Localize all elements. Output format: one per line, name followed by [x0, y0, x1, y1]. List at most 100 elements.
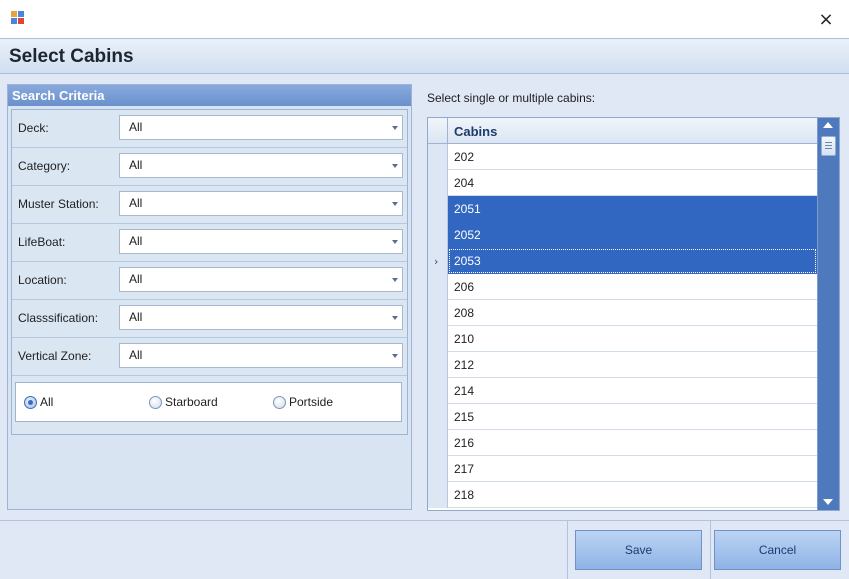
category-label: Category: — [18, 159, 71, 173]
cabins-grid[interactable]: Cabins 202 204 2051 2052 › 2053 206 208 210 212 21… — [427, 117, 840, 511]
table-row[interactable]: › 2053 — [428, 248, 817, 274]
cabin-cell[interactable]: 216 — [448, 430, 817, 456]
dialog-header: Select Cabins — [0, 38, 849, 74]
radio-starboard-label: Starboard — [165, 395, 218, 409]
row-indicator[interactable] — [428, 456, 448, 482]
vertical-scrollbar[interactable] — [817, 118, 839, 510]
cabins-instruction: Select single or multiple cabins: — [427, 91, 596, 105]
cabin-cell[interactable]: 2052 — [448, 222, 817, 248]
row-indicator[interactable] — [428, 404, 448, 430]
row-indicator[interactable]: › — [428, 248, 448, 274]
row-indicator[interactable] — [428, 326, 448, 352]
category-dropdown[interactable]: All — [119, 153, 403, 178]
table-row[interactable]: 204 — [428, 170, 817, 196]
dialog-footer: Save Cancel — [0, 520, 849, 579]
column-header-cabins[interactable]: Cabins — [454, 124, 497, 139]
lifeboat-row: LifeBoat: All — [12, 224, 407, 262]
cabin-cell[interactable]: 210 — [448, 326, 817, 352]
location-dropdown[interactable]: All — [119, 267, 403, 292]
vertical-zone-row: Vertical Zone: All — [12, 338, 407, 376]
row-indicator[interactable] — [428, 196, 448, 222]
row-indicator[interactable] — [428, 482, 448, 508]
criteria-group: Deck: All Category: All Muster Station: … — [11, 109, 408, 435]
deck-dropdown[interactable]: All — [119, 115, 403, 140]
row-indicator[interactable] — [428, 352, 448, 378]
radio-checked-icon — [24, 396, 37, 409]
row-indicator[interactable] — [428, 170, 448, 196]
table-row[interactable]: 208 — [428, 300, 817, 326]
cabin-cell[interactable]: 204 — [448, 170, 817, 196]
radio-unchecked-icon — [149, 396, 162, 409]
deck-row: Deck: All — [12, 110, 407, 148]
row-indicator[interactable] — [428, 300, 448, 326]
muster-station-dropdown[interactable]: All — [119, 191, 403, 216]
cabin-cell[interactable]: 202 — [448, 144, 817, 170]
row-indicator[interactable] — [428, 222, 448, 248]
scroll-down-icon[interactable] — [823, 499, 833, 505]
cabin-rows: 202 204 2051 2052 › 2053 206 208 210 212 214 215 216… — [428, 144, 817, 508]
table-row[interactable]: 210 — [428, 326, 817, 352]
radio-unchecked-icon — [273, 396, 286, 409]
classification-dropdown[interactable]: All — [119, 305, 403, 330]
cabin-cell[interactable]: 217 — [448, 456, 817, 482]
table-row[interactable]: 215 — [428, 404, 817, 430]
table-row[interactable]: 206 — [428, 274, 817, 300]
vertical-zone-value: All — [129, 348, 143, 362]
deck-label: Deck: — [18, 121, 49, 135]
table-row[interactable]: 202 — [428, 144, 817, 170]
chevron-down-icon — [392, 354, 398, 358]
lifeboat-label: LifeBoat: — [18, 235, 66, 249]
close-icon[interactable]: × — [810, 4, 842, 34]
footer-divider — [567, 521, 568, 579]
table-row[interactable]: 217 — [428, 456, 817, 482]
chevron-down-icon — [392, 240, 398, 244]
cabin-cell[interactable]: 214 — [448, 378, 817, 404]
cabin-cell[interactable]: 2053 — [448, 248, 817, 274]
category-row: Category: All — [12, 148, 407, 186]
chevron-down-icon — [392, 164, 398, 168]
muster-station-value: All — [129, 196, 143, 210]
cabin-cell[interactable]: 206 — [448, 274, 817, 300]
cabin-cell[interactable]: 212 — [448, 352, 817, 378]
app-icon — [11, 11, 24, 24]
chevron-down-icon — [392, 278, 398, 282]
row-indicator[interactable] — [428, 274, 448, 300]
radio-all-label: All — [40, 395, 54, 409]
search-criteria-panel: Search Criteria Deck: All Category: All … — [7, 84, 412, 510]
location-row: Location: All — [12, 262, 407, 300]
cabins-panel: Select single or multiple cabins: Cabins… — [420, 74, 842, 520]
row-indicator-header — [428, 118, 448, 144]
table-row[interactable]: 2051 — [428, 196, 817, 222]
row-indicator[interactable] — [428, 144, 448, 170]
radio-portside-label: Portside — [289, 395, 334, 409]
row-indicator[interactable] — [428, 378, 448, 404]
classification-label: Classsification: — [18, 311, 99, 325]
category-value: All — [129, 158, 143, 172]
lifeboat-dropdown[interactable]: All — [119, 229, 403, 254]
location-label: Location: — [18, 273, 67, 287]
grip-line — [825, 148, 832, 149]
grip-line — [825, 142, 832, 143]
row-indicator[interactable] — [428, 430, 448, 456]
cancel-button[interactable]: Cancel — [714, 530, 841, 570]
cabin-cell[interactable]: 2051 — [448, 196, 817, 222]
cabin-cell[interactable]: 208 — [448, 300, 817, 326]
save-button[interactable]: Save — [575, 530, 702, 570]
vertical-zone-dropdown[interactable]: All — [119, 343, 403, 368]
table-row[interactable]: 212 — [428, 352, 817, 378]
side-radio-group: All Starboard Portside — [15, 382, 402, 422]
cabin-cell[interactable]: 218 — [448, 482, 817, 508]
table-row[interactable]: 218 — [428, 482, 817, 508]
table-row[interactable]: 214 — [428, 378, 817, 404]
muster-station-label: Muster Station: — [18, 197, 99, 211]
title-bar: × — [0, 0, 849, 38]
grid-header: Cabins — [428, 118, 817, 144]
scroll-thumb[interactable] — [821, 136, 836, 156]
cabin-cell[interactable]: 215 — [448, 404, 817, 430]
scroll-up-icon[interactable] — [823, 122, 833, 128]
chevron-down-icon — [392, 316, 398, 320]
table-row[interactable]: 2052 — [428, 222, 817, 248]
side-row: All Starboard Portside — [12, 376, 407, 434]
chevron-down-icon — [392, 202, 398, 206]
table-row[interactable]: 216 — [428, 430, 817, 456]
